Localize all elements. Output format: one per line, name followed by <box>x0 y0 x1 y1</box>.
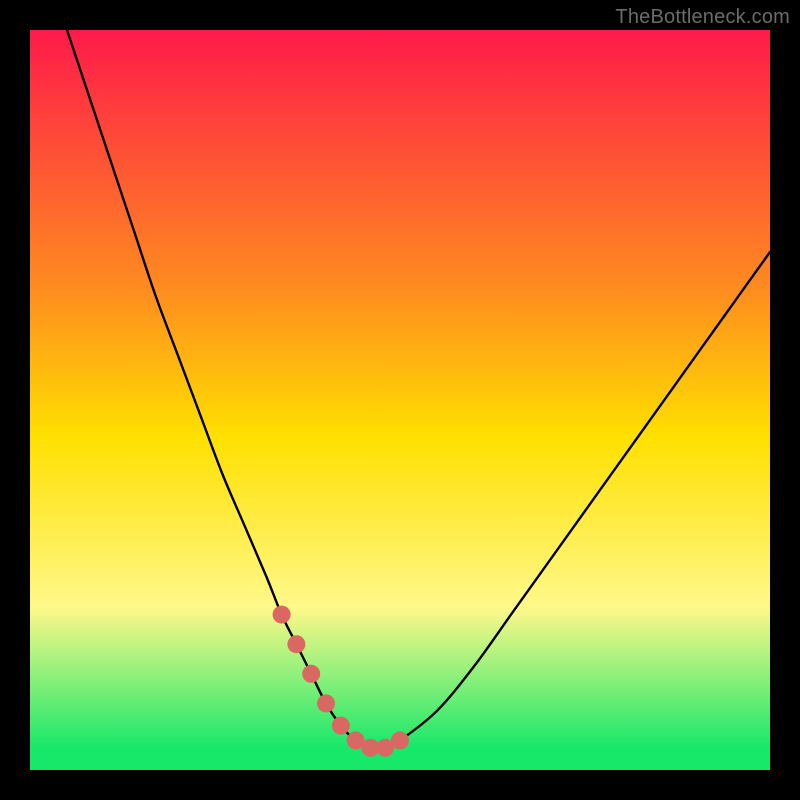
marker-dot <box>332 717 350 735</box>
marker-dot <box>273 606 291 624</box>
gradient-background <box>30 30 770 770</box>
watermark-text: TheBottleneck.com <box>615 6 790 29</box>
marker-dot <box>317 694 335 712</box>
marker-dot <box>302 665 320 683</box>
chart-frame <box>30 30 770 770</box>
marker-dot <box>287 635 305 653</box>
bottleneck-chart <box>30 30 770 770</box>
marker-dot <box>391 731 409 749</box>
